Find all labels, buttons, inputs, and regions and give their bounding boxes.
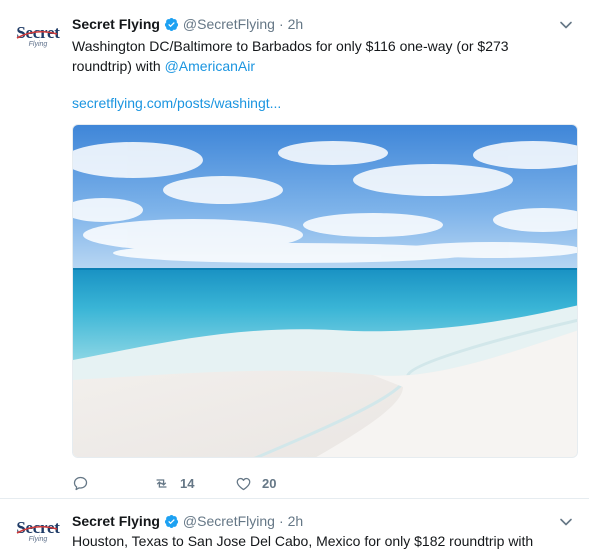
chevron-down-icon[interactable]: [559, 18, 573, 32]
avatar-subtext: Flying: [28, 536, 48, 543]
beach-photo: [73, 125, 577, 457]
retweet-count: 14: [180, 475, 195, 491]
username-handle[interactable]: @SecretFlying: [183, 16, 275, 32]
reply-button[interactable]: [72, 475, 153, 492]
retweet-icon: [156, 478, 167, 488]
tweet-header: Secret Flying @SecretFlying · 2h: [72, 511, 303, 531]
mention-link[interactable]: @AmericanAir: [165, 58, 255, 74]
retweet-button[interactable]: 14: [153, 475, 235, 492]
heart-icon: [236, 477, 251, 490]
like-button[interactable]: 20: [235, 475, 276, 492]
reply-icon: [73, 476, 88, 490]
tweet-text: Washington DC/Baltimore to Barbados for …: [72, 36, 572, 76]
tweet[interactable]: Secret Flying Secret Flying @SecretFlyin…: [0, 0, 589, 499]
like-count: 20: [262, 475, 277, 491]
display-name[interactable]: Secret Flying: [72, 16, 160, 32]
verified-badge-icon: [164, 514, 178, 528]
tweet-url-link[interactable]: secretflying.com/posts/washingt...: [72, 95, 281, 111]
display-name[interactable]: Secret Flying: [72, 513, 160, 529]
timeline: Secret Flying Secret Flying @SecretFlyin…: [0, 0, 589, 549]
tweet[interactable]: Secret Flying Secret Flying @SecretFlyin…: [0, 499, 589, 549]
separator-dot: ·: [278, 513, 284, 529]
chevron-down-icon[interactable]: [559, 515, 573, 529]
swoosh-icon: [16, 30, 58, 39]
username-handle[interactable]: @SecretFlying: [183, 513, 275, 529]
avatar[interactable]: Secret Flying: [14, 24, 62, 56]
tweet-header: Secret Flying @SecretFlying · 2h: [72, 14, 303, 34]
tweet-photo[interactable]: [72, 124, 578, 458]
tweet-text: Houston, Texas to San Jose Del Cabo, Mex…: [72, 533, 534, 549]
swoosh-icon: [16, 525, 58, 534]
separator-dot: ·: [278, 16, 284, 32]
timestamp[interactable]: 2h: [288, 513, 304, 529]
avatar[interactable]: Secret Flying: [14, 519, 62, 551]
timestamp[interactable]: 2h: [288, 16, 304, 32]
tweet-actions: 14 20: [72, 472, 276, 494]
verified-badge-icon: [164, 17, 178, 31]
tweet-text-body: Washington DC/Baltimore to Barbados for …: [72, 38, 509, 74]
avatar-subtext: Flying: [28, 41, 48, 48]
